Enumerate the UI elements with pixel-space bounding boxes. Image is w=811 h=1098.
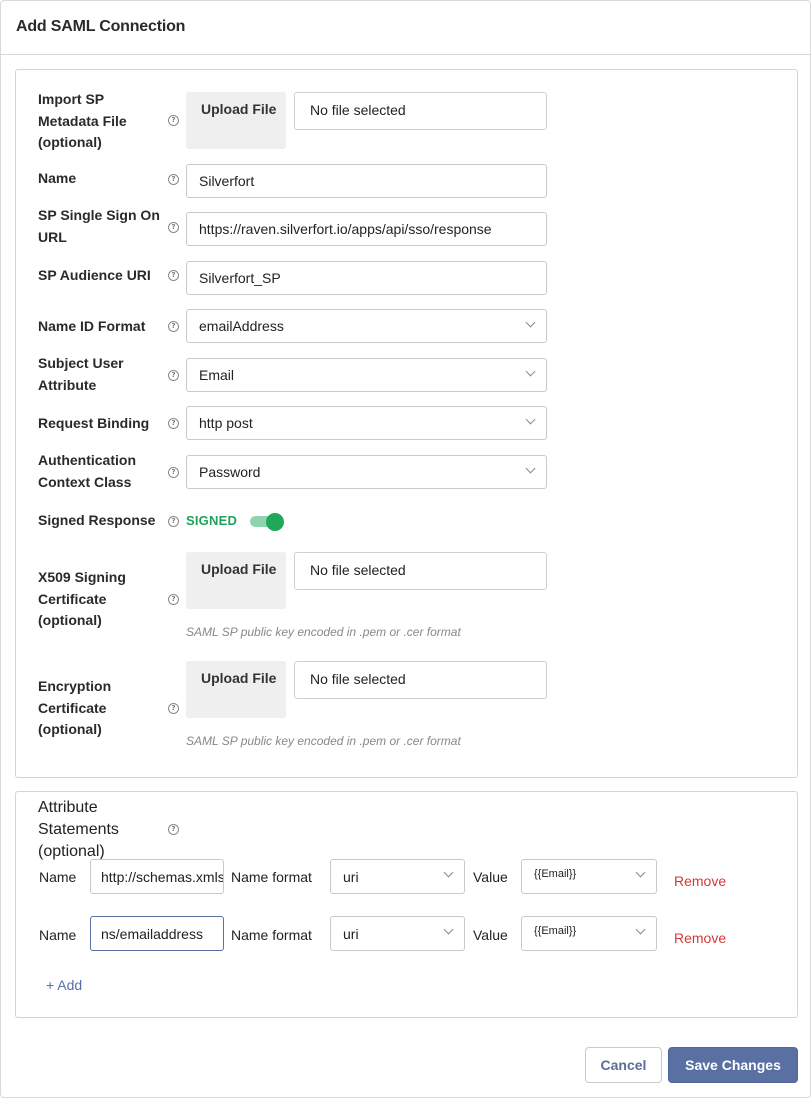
audience-uri-input[interactable]: Silverfort_SP xyxy=(186,261,547,295)
help-icon[interactable]: ? xyxy=(168,594,179,605)
encryption-cert-label: Encryption Certificate (optional) xyxy=(38,678,112,737)
name-id-format-select[interactable]: emailAddress xyxy=(186,309,547,343)
chevron-down-icon xyxy=(525,414,536,425)
help-icon[interactable]: ? xyxy=(168,516,179,527)
encryption-cert-upload-button[interactable]: Upload File xyxy=(186,661,286,718)
name-label: Name xyxy=(38,170,77,186)
request-binding-label: Request Binding xyxy=(38,415,150,431)
subject-user-attribute-label: Subject User Attribute xyxy=(38,355,124,393)
x509-cert-label: X509 Signing Certificate (optional) xyxy=(38,569,126,628)
attr-format-value: uri xyxy=(343,926,359,942)
help-icon[interactable]: ? xyxy=(168,321,179,332)
chevron-down-icon xyxy=(443,867,454,878)
attr-format-value: uri xyxy=(343,869,359,885)
x509-cert-hint: SAML SP public key encoded in .pem or .c… xyxy=(186,625,461,639)
auth-context-class-value: Password xyxy=(199,464,261,480)
auth-context-class-select[interactable]: Password xyxy=(186,455,547,489)
dialog-header: Add SAML Connection xyxy=(1,1,810,55)
chevron-down-icon xyxy=(525,317,536,328)
remove-attribute-button[interactable]: Remove xyxy=(674,930,726,946)
request-binding-value: http post xyxy=(199,415,253,431)
attribute-statements-title: Attribute Statements (optional) xyxy=(38,799,119,860)
save-changes-button[interactable]: Save Changes xyxy=(668,1047,798,1083)
chevron-down-icon xyxy=(443,924,454,935)
signed-status-text: SIGNED xyxy=(186,513,238,528)
help-icon[interactable]: ? xyxy=(168,370,179,381)
toggle-knob xyxy=(266,513,284,531)
import-metadata-file-status: No file selected xyxy=(294,92,547,130)
help-icon[interactable]: ? xyxy=(168,824,179,835)
subject-user-attribute-select[interactable]: Email xyxy=(186,358,547,392)
remove-attribute-button[interactable]: Remove xyxy=(674,873,726,889)
attr-value-select[interactable]: {{Email}} xyxy=(521,859,657,894)
help-icon[interactable]: ? xyxy=(168,270,179,281)
attr-value-label: Value xyxy=(473,869,508,885)
x509-cert-upload-button[interactable]: Upload File xyxy=(186,552,286,609)
chevron-down-icon xyxy=(635,867,646,878)
attr-value-select[interactable]: {{Email}} xyxy=(521,916,657,951)
help-icon[interactable]: ? xyxy=(168,222,179,233)
attr-name-label: Name xyxy=(39,869,77,885)
dialog-title: Add SAML Connection xyxy=(16,18,186,35)
attr-name-label: Name xyxy=(39,927,77,943)
encryption-cert-file-status: No file selected xyxy=(294,661,547,699)
sso-url-input[interactable]: https://raven.silverfort.io/apps/api/sso… xyxy=(186,212,547,246)
attr-name-input[interactable]: http://schemas.xmlsoap.org/ws/2005/05/id… xyxy=(90,859,224,894)
x509-cert-file-status: No file selected xyxy=(294,552,547,590)
sso-url-label: SP Single Sign On URL xyxy=(38,207,160,245)
attr-format-label: Name format xyxy=(231,869,312,885)
name-id-format-label: Name ID Format xyxy=(38,318,146,334)
name-input[interactable]: Silverfort xyxy=(186,164,547,198)
chevron-down-icon xyxy=(525,366,536,377)
signed-response-label: Signed Response xyxy=(38,512,156,528)
attr-format-select[interactable]: uri xyxy=(330,859,465,894)
help-icon[interactable]: ? xyxy=(168,174,179,185)
attr-name-input[interactable]: ns/emailaddress xyxy=(90,916,224,951)
name-id-format-value: emailAddress xyxy=(199,318,284,334)
signed-response-toggle[interactable] xyxy=(250,513,284,531)
attr-format-label: Name format xyxy=(231,927,312,943)
saml-connection-dialog: Add SAML Connection Import SP Metadata F… xyxy=(0,0,811,1098)
help-icon[interactable]: ? xyxy=(168,115,179,126)
attr-value-value: {{Email}} xyxy=(534,925,577,937)
add-attribute-button[interactable]: + Add xyxy=(46,977,82,993)
chevron-down-icon xyxy=(635,924,646,935)
help-icon[interactable]: ? xyxy=(168,467,179,478)
import-metadata-upload-button[interactable]: Upload File xyxy=(186,92,286,149)
help-icon[interactable]: ? xyxy=(168,418,179,429)
attr-value-value: {{Email}} xyxy=(534,868,577,880)
chevron-down-icon xyxy=(525,463,536,474)
import-metadata-label: Import SP Metadata File (optional) xyxy=(38,91,127,150)
attr-format-select[interactable]: uri xyxy=(330,916,465,951)
audience-uri-label: SP Audience URI xyxy=(38,267,151,283)
request-binding-select[interactable]: http post xyxy=(186,406,547,440)
cancel-button[interactable]: Cancel xyxy=(585,1047,662,1083)
subject-user-attribute-value: Email xyxy=(199,367,235,383)
help-icon[interactable]: ? xyxy=(168,703,179,714)
encryption-cert-hint: SAML SP public key encoded in .pem or .c… xyxy=(186,734,461,748)
attr-value-label: Value xyxy=(473,927,508,943)
auth-context-class-label: Authentication Context Class xyxy=(38,452,136,490)
